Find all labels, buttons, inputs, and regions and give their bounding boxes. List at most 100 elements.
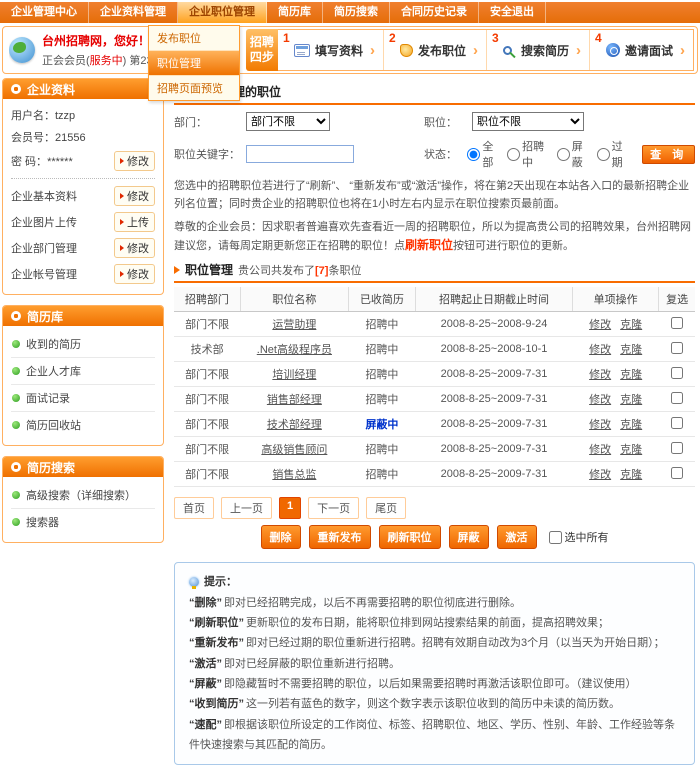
- bulk-action-button[interactable]: 激活: [497, 525, 537, 549]
- nav-tab[interactable]: 企业职位管理: [178, 2, 267, 23]
- job-row-checkbox[interactable]: [671, 317, 683, 329]
- edit-link[interactable]: 修改: [589, 319, 611, 331]
- ring-icon: [11, 462, 21, 472]
- status-radio-option[interactable]: 过期: [597, 138, 630, 170]
- job-row-checkbox[interactable]: [671, 467, 683, 479]
- job-status: 招聘中: [365, 369, 398, 381]
- profile-action-button[interactable]: 修改: [114, 264, 155, 284]
- page-button[interactable]: 首页: [174, 497, 214, 519]
- green-dot-icon: [12, 394, 20, 402]
- edit-link[interactable]: 修改: [589, 469, 611, 481]
- clone-link[interactable]: 克隆: [620, 319, 642, 331]
- recruit-step[interactable]: 4 邀请面试 ›: [589, 30, 693, 70]
- search-button[interactable]: 查 询: [642, 145, 695, 164]
- job-name-link[interactable]: 运营助理: [272, 319, 316, 331]
- dropdown-item[interactable]: 职位管理: [149, 51, 239, 76]
- page-button[interactable]: 下一页: [308, 497, 359, 519]
- password-row: 密 码：****** 修改: [11, 148, 155, 174]
- sidebar-link[interactable]: 搜索器: [11, 509, 155, 535]
- status-radio-option[interactable]: 全部: [467, 138, 500, 170]
- job-name-link[interactable]: 高级销售顾问: [261, 444, 327, 456]
- job-name-link[interactable]: 技术部经理: [267, 419, 322, 431]
- page-button[interactable]: 上一页: [221, 497, 272, 519]
- keyword-input[interactable]: [246, 145, 354, 163]
- edit-link[interactable]: 修改: [589, 344, 611, 356]
- resume-library-box: 简历库 收到的简历 企业人才库 面试记录: [2, 305, 164, 446]
- jobs-table: 招聘部门职位名称已收简历招聘起止日期截止时间单项操作复选 部门不限 运营助理 招…: [174, 287, 695, 487]
- select-all-checkbox[interactable]: [549, 531, 562, 544]
- edit-link[interactable]: 修改: [589, 394, 611, 406]
- job-row-checkbox[interactable]: [671, 367, 683, 379]
- main-content: 查询要管理的职位 部门： 部门不限 职位： 职位不限 职位关键字： 状态：: [174, 78, 698, 765]
- clone-link[interactable]: 克隆: [620, 344, 642, 356]
- page-button[interactable]: 1: [279, 497, 301, 519]
- status-radio-option[interactable]: 屏蔽: [557, 138, 590, 170]
- job-name-link[interactable]: .Net高级程序员: [257, 344, 332, 356]
- nav-tab[interactable]: 合同历史记录: [390, 2, 479, 23]
- resume-search-box: 简历搜索 高级搜索（详细搜索） 搜索器: [2, 456, 164, 543]
- bulk-action-button[interactable]: 删除: [261, 525, 301, 549]
- job-name-link[interactable]: 培训经理: [272, 369, 316, 381]
- sidebar-link[interactable]: 企业人才库: [11, 358, 155, 385]
- status-radio-option[interactable]: 招聘中: [507, 138, 550, 170]
- edit-link[interactable]: 修改: [589, 419, 611, 431]
- green-dot-icon: [12, 367, 20, 375]
- sidebar-link[interactable]: 收到的简历: [11, 331, 155, 358]
- arrow-icon: [120, 245, 124, 251]
- dropdown-item[interactable]: 招聘页面预览: [149, 76, 239, 100]
- dept-label: 部门：: [174, 114, 246, 130]
- job-name-link[interactable]: 销售部经理: [267, 394, 322, 406]
- job-row-checkbox[interactable]: [671, 442, 683, 454]
- status-radio[interactable]: [597, 148, 610, 161]
- bulk-action-button[interactable]: 刷新职位: [379, 525, 441, 549]
- profile-action-button[interactable]: 上传: [114, 212, 155, 232]
- edit-link[interactable]: 修改: [589, 369, 611, 381]
- job-row-checkbox[interactable]: [671, 417, 683, 429]
- sidebar-link[interactable]: 面试记录: [11, 385, 155, 412]
- job-row: 部门不限 技术部经理 屏蔽中 2008-8-25~2009-7-31 修改 克隆: [174, 412, 695, 437]
- clone-link[interactable]: 克隆: [620, 469, 642, 481]
- job-row: 部门不限 销售部经理 招聘中 2008-8-25~2009-7-31 修改 克隆: [174, 387, 695, 412]
- status-radio[interactable]: [507, 148, 520, 161]
- nav-tab[interactable]: 简历库: [267, 2, 323, 23]
- select-all[interactable]: 选中所有: [549, 529, 609, 545]
- job-date-range: 2008-8-25~2008-9-24: [415, 312, 572, 337]
- clone-link[interactable]: 克隆: [620, 444, 642, 456]
- nav-tab[interactable]: 安全退出: [479, 2, 546, 23]
- recruit-step[interactable]: 2 发布职位 ›: [383, 30, 486, 70]
- nav-tab[interactable]: 企业资料管理: [89, 2, 178, 23]
- modify-password-button[interactable]: 修改: [114, 151, 155, 171]
- recruit-step[interactable]: 3 搜索简历 ›: [486, 30, 589, 70]
- bulk-action-button[interactable]: 重新发布: [309, 525, 371, 549]
- pagination: 首页 上一页 1 下一页 尾页: [174, 497, 695, 519]
- job-row-checkbox[interactable]: [671, 342, 683, 354]
- profile-action-button[interactable]: 修改: [114, 238, 155, 258]
- job-status: 招聘中: [365, 444, 398, 456]
- globe-icon: [9, 37, 35, 63]
- job-row: 部门不限 培训经理 招聘中 2008-8-25~2009-7-31 修改 克隆: [174, 362, 695, 387]
- clone-link[interactable]: 克隆: [620, 394, 642, 406]
- clone-link[interactable]: 克隆: [620, 419, 642, 431]
- job-row-checkbox[interactable]: [671, 392, 683, 404]
- jobs-section-title: 职位管理 贵公司共发布了[7]条职位: [174, 261, 695, 278]
- profile-link-label: 企业图片上传: [11, 214, 77, 230]
- profile-action-button[interactable]: 修改: [114, 186, 155, 206]
- dropdown-item[interactable]: 发布职位: [149, 26, 239, 51]
- nav-tab[interactable]: 简历搜索: [323, 2, 390, 23]
- job-name-link[interactable]: 销售总监: [272, 469, 316, 481]
- status-radio[interactable]: [467, 148, 480, 161]
- sidebar-link[interactable]: 简历回收站: [11, 412, 155, 438]
- recruit-step[interactable]: 1 填写资料 ›: [278, 30, 383, 70]
- nav-tab[interactable]: 企业管理中心: [0, 2, 89, 23]
- refresh-jobs-link[interactable]: 刷新职位: [405, 238, 453, 252]
- dept-select[interactable]: 部门不限: [246, 112, 330, 131]
- position-label: 职位：: [424, 114, 472, 130]
- clone-link[interactable]: 克隆: [620, 369, 642, 381]
- position-select[interactable]: 职位不限: [472, 112, 584, 131]
- sidebar-link[interactable]: 高级搜索（详细搜索）: [11, 482, 155, 509]
- page-button[interactable]: 尾页: [366, 497, 406, 519]
- edit-link[interactable]: 修改: [589, 444, 611, 456]
- bulk-action-button[interactable]: 屏蔽: [449, 525, 489, 549]
- tip-line: “屏蔽”即隐藏暂时不需要招聘的职位，以后如果需要招聘时再激活该职位即可。（建议使…: [189, 674, 680, 694]
- status-radio[interactable]: [557, 148, 570, 161]
